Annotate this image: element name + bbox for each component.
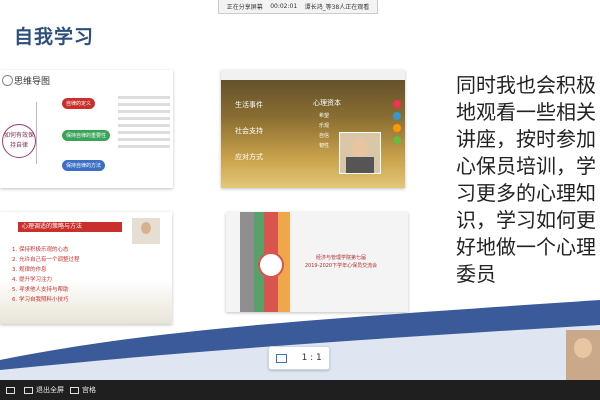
factor-psych-capital: 心理资本 <box>313 99 341 107</box>
capital-optimism: 乐观 <box>319 123 330 129</box>
screen-share-status-bar: 正在分享屏幕 00:02:01 谭长鸿_等38人正在观看 <box>218 0 378 14</box>
emblem-icon <box>258 252 284 278</box>
meeting-title-line1: 经济与管理学院第七届 <box>315 255 366 261</box>
strategy-item-2: 2. 允许自己有一个调整过程 <box>12 257 80 263</box>
strategy-item-1: 1. 保持积极乐观的心态 <box>12 247 69 253</box>
view-ratio-control[interactable]: 1 : 1 <box>268 346 330 370</box>
factor-coping: 应对方式 <box>235 153 263 161</box>
presenter-body <box>346 157 374 173</box>
mindmap-title: 思维导图 <box>14 77 51 87</box>
factor-social-support: 社会支持 <box>235 127 263 135</box>
wheat-slide-thumbnail: 生活事件 社会支持 应对方式 心理资本 希望 乐观 自信 韧性 <box>221 70 405 188</box>
grid-view-button[interactable]: 宫格 <box>70 385 96 395</box>
mindmap-node-methods: 保持自律的方法 <box>62 160 106 171</box>
presenter-mini-webcam <box>132 218 160 244</box>
strategy-item-3: 3. 规律的作息 <box>12 267 47 273</box>
monitor-icon <box>276 353 288 363</box>
mindmap-leaf-group <box>118 92 170 182</box>
capital-hope: 希望 <box>319 113 330 119</box>
slide-title: 自我学习 <box>14 26 95 48</box>
mindmap-node-importance: 保持自律的重要性 <box>62 130 111 141</box>
exit-fullscreen-icon <box>24 386 33 394</box>
viewer-count: 谭长鸿_等38人正在观看 <box>304 4 370 11</box>
mindmap-center-node: 如何有效保持自律 <box>2 124 36 158</box>
strategy-banner: 心理调适的策略与方法 <box>18 222 122 232</box>
mindmap-branch-lines <box>36 102 63 164</box>
share-toggle-button[interactable] <box>6 386 18 394</box>
share-timer: 00:02:01 <box>270 3 298 10</box>
meeting-title-line2: 2019-2020下学年心保员交流会 <box>304 263 378 269</box>
mindmap-node-definition: 自律的定义 <box>62 98 96 109</box>
share-icon <box>6 386 15 394</box>
grid-view-label: 宫格 <box>82 386 96 394</box>
view-ratio-label: 1 : 1 <box>301 353 322 363</box>
meeting-slide-thumbnail: 经济与管理学院第七届 2019-2020下学年心保员交流会 <box>226 212 408 312</box>
bottom-toolbar: 退出全屏 宫格 <box>0 380 600 400</box>
bar-gray <box>240 212 254 312</box>
presenter-face <box>352 139 368 157</box>
exit-fullscreen-button[interactable]: 退出全屏 <box>24 385 64 395</box>
participant-avatar-column <box>393 100 403 160</box>
slide-body-text: 同时我也会积极地观看一些相关讲座，按时参加心保员培训，学习更多的心理知识，学习如… <box>456 73 596 286</box>
strategy-item-5: 5. 寻求他人支持与帮助 <box>12 287 69 293</box>
share-status-label: 正在分享屏幕 <box>226 4 263 11</box>
presenter-webcam <box>339 132 381 174</box>
self-video-preview[interactable] <box>566 330 600 380</box>
mindmap-thumbnail: 思维导图 如何有效保持自律 自律的定义 保持自律的重要性 保持自律的方法 <box>0 70 173 188</box>
mindmap-icon <box>2 75 13 86</box>
self-video-face <box>574 338 592 358</box>
exit-fullscreen-label: 退出全屏 <box>36 386 64 394</box>
grid-icon <box>70 386 79 394</box>
strategy-item-4: 4. 提升学习注力 <box>12 277 52 283</box>
capital-confidence: 自信 <box>319 133 330 139</box>
factor-life-events: 生活事件 <box>235 101 263 109</box>
slide-header-strip <box>221 70 405 80</box>
capital-resilience: 韧性 <box>319 143 330 149</box>
